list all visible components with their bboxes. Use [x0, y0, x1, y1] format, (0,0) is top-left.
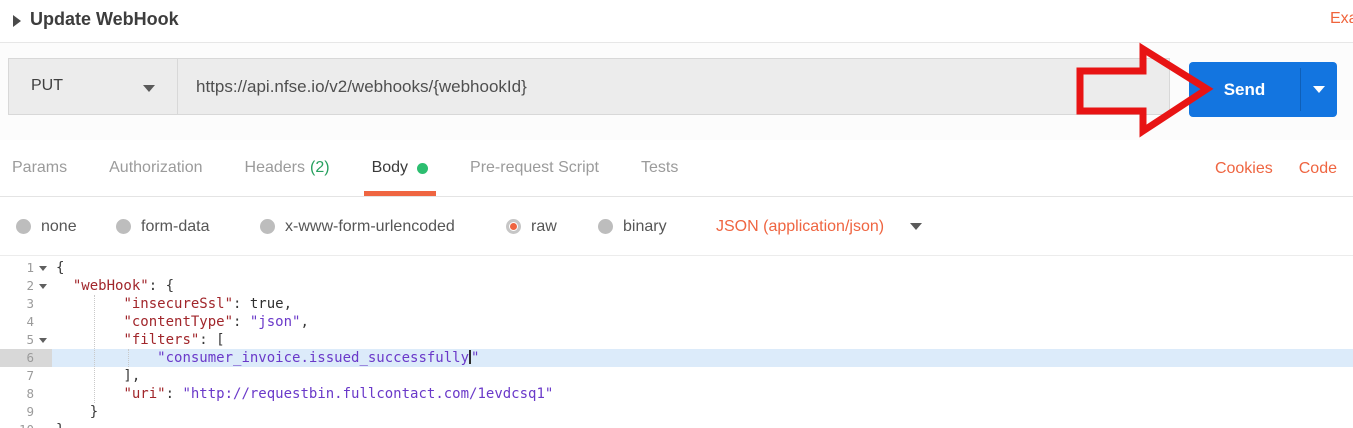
- send-button[interactable]: Send: [1189, 62, 1300, 117]
- editor-line[interactable]: 9 }: [0, 403, 1353, 421]
- code-line-text[interactable]: ],: [52, 367, 1353, 385]
- line-number: 10: [0, 421, 34, 428]
- radio-icon: [116, 219, 131, 234]
- radio-icon: [260, 219, 275, 234]
- code-line-text[interactable]: "insecureSsl": true,: [52, 295, 1353, 313]
- headers-count-badge: (2): [310, 159, 330, 177]
- line-number: 7: [0, 367, 34, 385]
- code-line-text[interactable]: }: [52, 421, 1353, 428]
- radio-selected-icon: [506, 219, 521, 234]
- request-title: Update WebHook: [30, 9, 179, 30]
- url-field-wrap: [178, 58, 1170, 115]
- chevron-down-icon: [1313, 86, 1325, 93]
- body-type-options: none form-data x-www-form-urlencoded raw…: [0, 197, 1353, 256]
- request-url-input[interactable]: [178, 59, 1169, 114]
- editor-gutter: 9: [0, 403, 52, 421]
- editor-gutter: 8: [0, 385, 52, 403]
- editor-line[interactable]: 6 "consumer_invoice.issued_successfully": [0, 349, 1353, 367]
- radio-icon: [16, 219, 31, 234]
- fold-toggle-icon: [34, 349, 52, 367]
- editor-line[interactable]: 7 ],: [0, 367, 1353, 385]
- http-method-select[interactable]: PUT: [8, 58, 178, 115]
- line-number: 4: [0, 313, 34, 331]
- tab-authorization[interactable]: Authorization: [109, 140, 202, 196]
- radio-form-data[interactable]: form-data: [116, 197, 209, 256]
- collapse-chevron-icon[interactable]: [13, 15, 21, 27]
- editor-gutter: 5: [0, 331, 52, 349]
- examples-link[interactable]: Exa: [1330, 10, 1353, 28]
- fold-toggle-icon: [34, 403, 52, 421]
- tabs-right-links: Cookies Code: [1215, 140, 1337, 197]
- send-options-button[interactable]: [1301, 62, 1337, 117]
- cookies-link[interactable]: Cookies: [1215, 160, 1273, 178]
- body-has-content-dot: [417, 163, 428, 174]
- line-number: 3: [0, 295, 34, 313]
- editor-gutter: 4: [0, 313, 52, 331]
- code-line-text[interactable]: "consumer_invoice.issued_successfully": [52, 349, 1353, 367]
- tab-pre-request-script[interactable]: Pre-request Script: [470, 140, 599, 196]
- send-split-button[interactable]: Send: [1189, 62, 1337, 117]
- code-line-text[interactable]: {: [52, 259, 1353, 277]
- radio-icon: [598, 219, 613, 234]
- line-number: 6: [0, 349, 34, 367]
- rest-client-window: Update WebHook Exa PUT Send Params Autho…: [0, 0, 1353, 428]
- radio-x-www-form-urlencoded[interactable]: x-www-form-urlencoded: [260, 197, 455, 256]
- editor-line[interactable]: 1{: [0, 259, 1353, 277]
- fold-toggle-icon[interactable]: [34, 331, 52, 349]
- code-line-text[interactable]: "webHook": {: [52, 277, 1353, 295]
- fold-toggle-icon: [34, 421, 52, 428]
- request-builder-row: PUT Send: [0, 43, 1353, 140]
- fold-toggle-icon: [34, 295, 52, 313]
- editor-gutter: 6: [0, 349, 52, 367]
- request-header-bar: Update WebHook Exa: [0, 0, 1353, 43]
- radio-binary[interactable]: binary: [598, 197, 667, 256]
- code-link[interactable]: Code: [1299, 160, 1337, 178]
- editor-line[interactable]: 5 "filters": [: [0, 331, 1353, 349]
- fold-toggle-icon[interactable]: [34, 259, 52, 277]
- radio-none[interactable]: none: [16, 197, 77, 256]
- tab-tests[interactable]: Tests: [641, 140, 678, 196]
- request-tabs: Params Authorization Headers (2) Body Pr…: [0, 140, 1353, 197]
- editor-line[interactable]: 8 "uri": "http://requestbin.fullcontact.…: [0, 385, 1353, 403]
- chevron-down-icon: [143, 85, 155, 92]
- chevron-down-icon: [910, 223, 922, 230]
- line-number: 5: [0, 331, 34, 349]
- editor-line[interactable]: 10}: [0, 421, 1353, 428]
- editor-line[interactable]: 3 "insecureSsl": true,: [0, 295, 1353, 313]
- radio-raw[interactable]: raw: [506, 197, 557, 256]
- content-type-select[interactable]: JSON (application/json): [716, 197, 922, 256]
- http-method-value: PUT: [31, 77, 63, 95]
- tab-headers[interactable]: Headers (2): [245, 140, 330, 196]
- fold-toggle-icon: [34, 367, 52, 385]
- line-number: 8: [0, 385, 34, 403]
- editor-gutter: 2: [0, 277, 52, 295]
- fold-toggle-icon: [34, 313, 52, 331]
- fold-toggle-icon[interactable]: [34, 277, 52, 295]
- body-code-editor[interactable]: 1{2 "webHook": {3 "insecureSsl": true,4 …: [0, 256, 1353, 428]
- tab-params[interactable]: Params: [12, 140, 67, 196]
- fold-toggle-icon: [34, 385, 52, 403]
- tab-body[interactable]: Body: [372, 140, 428, 196]
- editor-line[interactable]: 2 "webHook": {: [0, 277, 1353, 295]
- code-line-text[interactable]: "uri": "http://requestbin.fullcontact.co…: [52, 385, 1353, 403]
- line-number: 2: [0, 277, 34, 295]
- editor-gutter: 3: [0, 295, 52, 313]
- line-number: 9: [0, 403, 34, 421]
- code-line-text[interactable]: "filters": [: [52, 331, 1353, 349]
- line-number: 1: [0, 259, 34, 277]
- editor-gutter: 10: [0, 421, 52, 428]
- editor-line[interactable]: 4 "contentType": "json",: [0, 313, 1353, 331]
- code-line-text[interactable]: }: [52, 403, 1353, 421]
- code-line-text[interactable]: "contentType": "json",: [52, 313, 1353, 331]
- editor-gutter: 7: [0, 367, 52, 385]
- editor-gutter: 1: [0, 259, 52, 277]
